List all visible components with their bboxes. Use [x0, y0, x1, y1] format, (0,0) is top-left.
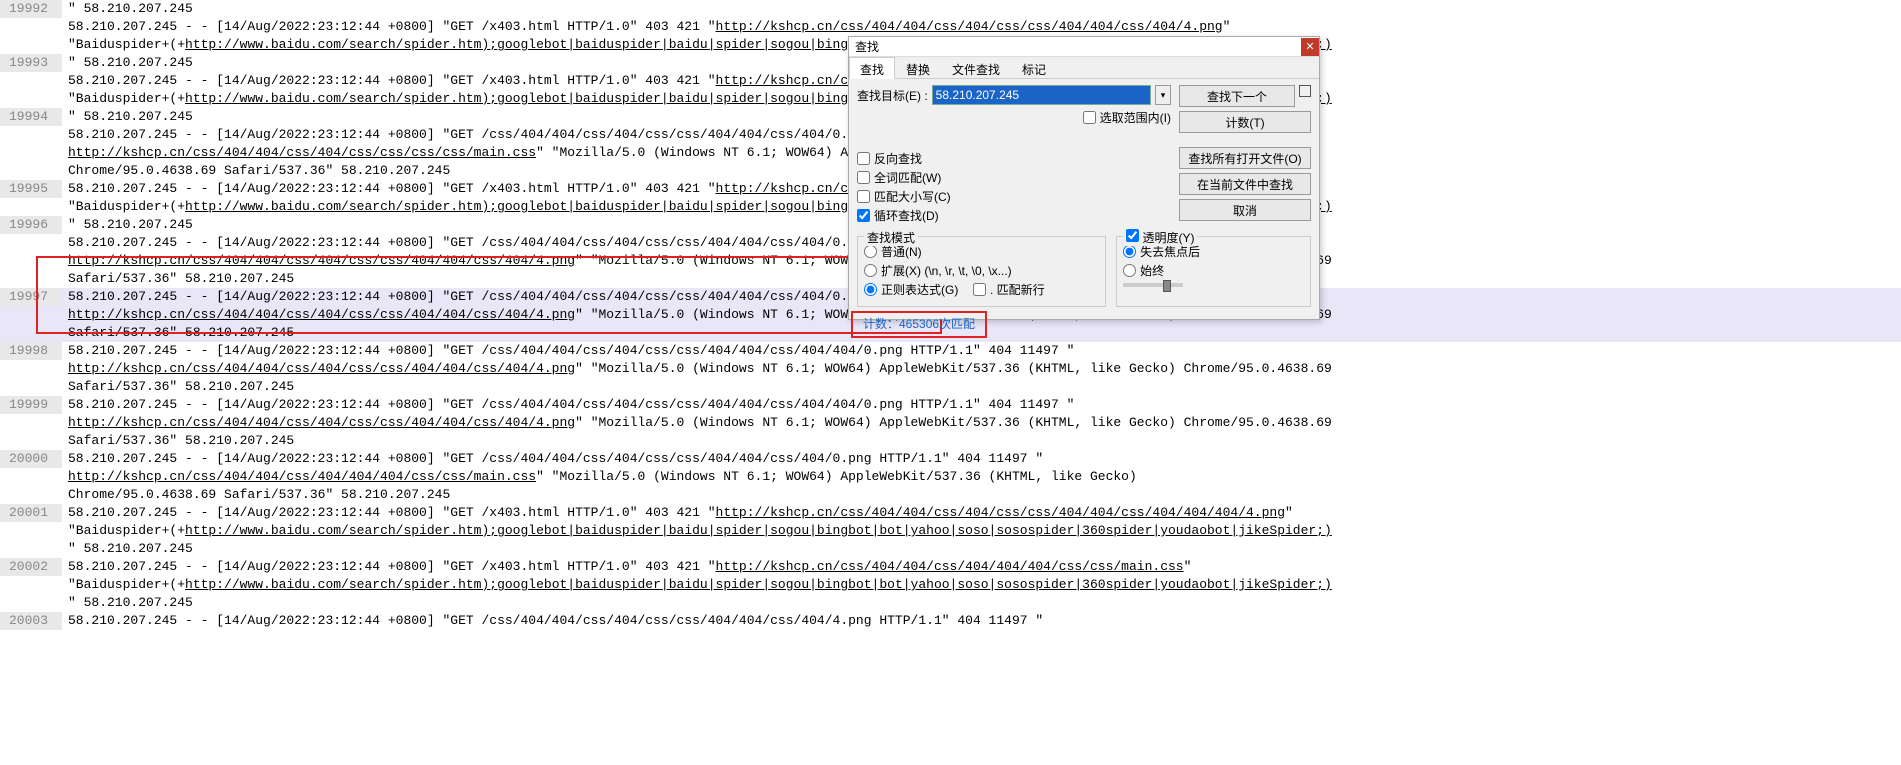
chk-in-selection-label: 选取范围内(I) [1100, 109, 1171, 126]
log-line[interactable]: 19992" 58.210.207.245 [0, 0, 1901, 18]
dialog-title: 查找 [849, 38, 1301, 55]
log-text[interactable]: 58.210.207.245 - - [14/Aug/2022:23:12:44… [62, 450, 1901, 468]
line-number: 19993 [0, 54, 62, 72]
radio-regex-label: 正则表达式(G) [881, 281, 958, 298]
chk-transparency-label: 透明度(Y) [1142, 231, 1194, 245]
log-line[interactable]: " 58.210.207.245 [0, 594, 1901, 612]
find-next-button[interactable]: 查找下一个 [1179, 85, 1295, 107]
chk-dotall-label: . 匹配新行 [990, 281, 1045, 298]
line-number: 19995 [0, 180, 62, 198]
log-text[interactable]: " 58.210.207.245 [62, 0, 1901, 18]
chk-backward-label: 反向查找 [874, 150, 922, 167]
log-text[interactable]: Safari/537.36" 58.210.207.245 [62, 432, 1901, 450]
log-text[interactable]: http://kshcp.cn/css/404/404/css/404/css/… [62, 360, 1901, 378]
log-text[interactable]: Safari/537.36" 58.210.207.245 [62, 378, 1901, 396]
log-line[interactable]: 1999958.210.207.245 - - [14/Aug/2022:23:… [0, 396, 1901, 414]
log-text[interactable]: "Baiduspider+(+http://www.baidu.com/sear… [62, 576, 1901, 594]
count-button[interactable]: 计数(T) [1179, 111, 1311, 133]
close-icon[interactable]: ✕ [1301, 38, 1319, 56]
log-text[interactable]: 58.210.207.245 - - [14/Aug/2022:23:12:44… [62, 18, 1901, 36]
line-number: 19994 [0, 108, 62, 126]
dialog-titlebar[interactable]: 查找 ✕ [849, 37, 1319, 57]
line-number: 19992 [0, 0, 62, 18]
log-text[interactable]: " 58.210.207.245 [62, 540, 1901, 558]
search-mode-group-label: 查找模式 [864, 229, 918, 246]
find-dialog[interactable]: 查找 ✕ 查找 替换 文件查找 标记 查找目标(E) : ▾ 选取范围内(I) … [848, 36, 1320, 320]
log-line[interactable]: "Baiduspider+(+http://www.baidu.com/sear… [0, 522, 1901, 540]
find-next-extra-checkbox[interactable] [1299, 85, 1311, 97]
line-number: 20001 [0, 504, 62, 522]
log-text[interactable]: "Baiduspider+(+http://www.baidu.com/sear… [62, 522, 1901, 540]
log-line[interactable]: Safari/537.36" 58.210.207.245 [0, 432, 1901, 450]
chk-wrap[interactable] [857, 209, 870, 222]
dialog-tabs: 查找 替换 文件查找 标记 [849, 57, 1319, 79]
radio-extended-label: 扩展(X) (\n, \r, \t, \0, \x...) [881, 262, 1012, 279]
log-text[interactable]: 58.210.207.245 - - [14/Aug/2022:23:12:44… [62, 504, 1901, 522]
radio-always[interactable] [1123, 264, 1136, 277]
log-line[interactable]: 58.210.207.245 - - [14/Aug/2022:23:12:44… [0, 18, 1901, 36]
log-text[interactable]: http://kshcp.cn/css/404/404/css/404/css/… [62, 414, 1901, 432]
log-line[interactable]: Safari/537.36" 58.210.207.245 [0, 378, 1901, 396]
log-line[interactable]: http://kshcp.cn/css/404/404/css/404/404/… [0, 468, 1901, 486]
line-number: 20002 [0, 558, 62, 576]
log-line[interactable]: http://kshcp.cn/css/404/404/css/404/css/… [0, 414, 1901, 432]
line-number: 19999 [0, 396, 62, 414]
line-number: 20003 [0, 612, 62, 630]
chevron-down-icon[interactable]: ▾ [1155, 85, 1171, 105]
log-text[interactable]: http://kshcp.cn/css/404/404/css/404/404/… [62, 468, 1901, 486]
find-current-button[interactable]: 在当前文件中查找 [1179, 173, 1311, 195]
chk-transparency[interactable] [1126, 229, 1139, 242]
chk-dotall[interactable] [973, 283, 986, 296]
line-number: 19997 [0, 288, 62, 306]
tab-replace[interactable]: 替换 [895, 57, 941, 78]
chk-in-selection[interactable] [1083, 111, 1096, 124]
chk-whole-word-label: 全词匹配(W) [874, 169, 941, 186]
chk-whole-word[interactable] [857, 171, 870, 184]
find-all-open-button[interactable]: 查找所有打开文件(O) [1179, 147, 1311, 169]
chk-match-case[interactable] [857, 190, 870, 203]
find-target-label: 查找目标(E) : [857, 87, 928, 104]
cancel-button[interactable]: 取消 [1179, 199, 1311, 221]
radio-extended[interactable] [864, 264, 877, 277]
log-line[interactable]: "Baiduspider+(+http://www.baidu.com/sear… [0, 576, 1901, 594]
find-status: 计数：465306次匹配 [851, 311, 987, 338]
tab-find[interactable]: 查找 [849, 57, 895, 79]
log-line[interactable]: 2000158.210.207.245 - - [14/Aug/2022:23:… [0, 504, 1901, 522]
line-number: 19998 [0, 342, 62, 360]
chk-wrap-label: 循环查找(D) [874, 207, 939, 224]
chk-backward[interactable] [857, 152, 870, 165]
radio-regex[interactable] [864, 283, 877, 296]
radio-always-label: 始终 [1140, 262, 1164, 279]
transparency-slider[interactable] [1123, 283, 1183, 287]
log-line[interactable]: http://kshcp.cn/css/404/404/css/404/css/… [0, 360, 1901, 378]
log-text[interactable]: 58.210.207.245 - - [14/Aug/2022:23:12:44… [62, 342, 1901, 360]
line-number: 19996 [0, 216, 62, 234]
log-line[interactable]: 1999858.210.207.245 - - [14/Aug/2022:23:… [0, 342, 1901, 360]
log-line[interactable]: 2000258.210.207.245 - - [14/Aug/2022:23:… [0, 558, 1901, 576]
radio-normal[interactable] [864, 245, 877, 258]
tab-mark[interactable]: 标记 [1011, 57, 1057, 78]
log-line[interactable]: 2000058.210.207.245 - - [14/Aug/2022:23:… [0, 450, 1901, 468]
log-text[interactable]: 58.210.207.245 - - [14/Aug/2022:23:12:44… [62, 396, 1901, 414]
chk-match-case-label: 匹配大小写(C) [874, 188, 951, 205]
log-line[interactable]: 2000358.210.207.245 - - [14/Aug/2022:23:… [0, 612, 1901, 630]
log-text[interactable]: 58.210.207.245 - - [14/Aug/2022:23:12:44… [62, 558, 1901, 576]
log-line[interactable]: Chrome/95.0.4638.69 Safari/537.36" 58.21… [0, 486, 1901, 504]
radio-onlostfocus[interactable] [1123, 245, 1136, 258]
line-number: 20000 [0, 450, 62, 468]
log-text[interactable]: Chrome/95.0.4638.69 Safari/537.36" 58.21… [62, 486, 1901, 504]
tab-find-in-files[interactable]: 文件查找 [941, 57, 1011, 78]
log-line[interactable]: " 58.210.207.245 [0, 540, 1901, 558]
log-text[interactable]: " 58.210.207.245 [62, 594, 1901, 612]
log-text[interactable]: 58.210.207.245 - - [14/Aug/2022:23:12:44… [62, 612, 1901, 630]
find-target-input[interactable] [932, 85, 1151, 105]
